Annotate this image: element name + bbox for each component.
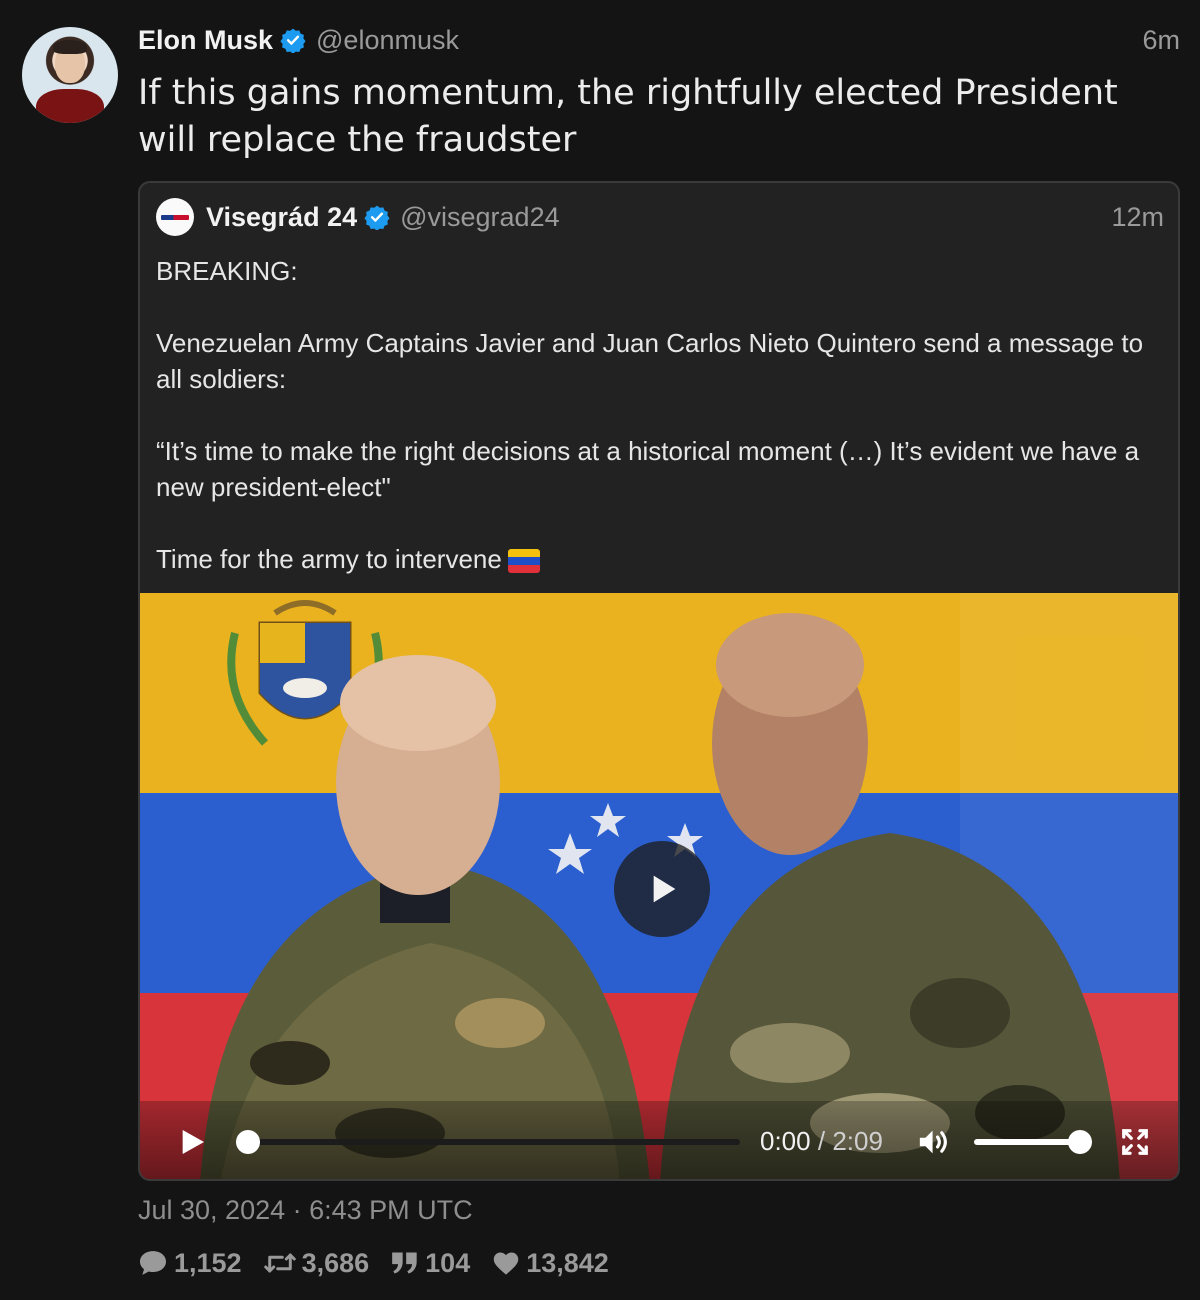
author-handle[interactable]: @elonmusk: [316, 25, 459, 56]
author-name[interactable]: Elon Musk: [138, 25, 273, 56]
retweet-arrows-icon: [263, 1253, 296, 1273]
video-duration: 2:09: [832, 1126, 883, 1156]
quoted-paragraph: Venezuelan Army Captains Javier and Juan…: [156, 328, 1144, 394]
like-stat[interactable]: 13,842: [492, 1248, 609, 1279]
volume-handle[interactable]: [1068, 1130, 1092, 1154]
quote-stat[interactable]: 104: [391, 1248, 470, 1279]
quoted-author-avatar[interactable]: [156, 198, 194, 236]
verified-badge-icon: [364, 205, 390, 230]
quoted-tweet[interactable]: Visegrád 24 @visegrad24 12m BREAKING: Ve…: [138, 181, 1180, 1181]
tweet-header: Elon Musk @elonmusk 6m: [138, 22, 1180, 58]
like-count: 13,842: [526, 1247, 609, 1278]
tweet-text: If this gains momentum, the rightfully e…: [138, 73, 1118, 160]
current-time: 0:00: [760, 1126, 811, 1156]
quoted-author-name[interactable]: Visegrád 24: [206, 202, 357, 233]
reply-stat[interactable]: 1,152: [138, 1248, 242, 1279]
retweet-stat[interactable]: 3,686: [263, 1247, 370, 1279]
quoted-tweet-text: BREAKING: Venezuelan Army Captains Javie…: [156, 253, 1156, 577]
quoted-paragraph: Time for the army to intervene: [156, 544, 502, 574]
reply-count: 1,152: [174, 1247, 242, 1278]
fullscreen-icon[interactable]: [1120, 1127, 1150, 1157]
video-player[interactable]: 0:00 / 2:09: [140, 593, 1178, 1179]
quoted-paragraph: “It’s time to make the right decisions a…: [156, 436, 1140, 502]
tweet-stats: 1,152 3,686 104 13,842: [138, 1244, 631, 1282]
heart-icon: [493, 1252, 519, 1275]
quoted-paragraph-last: Time for the army to intervene: [156, 541, 1156, 577]
quoted-author-handle[interactable]: @visegrad24: [400, 202, 560, 233]
speech-bubble-icon: [140, 1251, 166, 1275]
author-avatar[interactable]: [22, 27, 118, 123]
seek-bar[interactable]: [244, 1139, 740, 1145]
quoted-tweet-time[interactable]: 12m: [1111, 202, 1164, 233]
time-separator: /: [817, 1126, 826, 1156]
volume-icon[interactable]: [916, 1125, 952, 1159]
play-overlay-button[interactable]: [614, 841, 710, 937]
quote-marks-icon: [392, 1252, 417, 1274]
quoted-paragraph: BREAKING:: [156, 256, 298, 286]
quote-count: 104: [425, 1247, 471, 1278]
volume-slider[interactable]: [974, 1139, 1080, 1145]
tweet-time[interactable]: 6m: [1142, 25, 1180, 56]
play-button[interactable]: [176, 1125, 208, 1159]
seek-handle[interactable]: [236, 1130, 260, 1154]
quoted-tweet-header: Visegrád 24 @visegrad24 12m: [156, 197, 1164, 237]
play-icon: [653, 875, 676, 903]
retweet-count: 3,686: [301, 1247, 370, 1278]
verified-badge-icon: [280, 28, 306, 53]
tweet-date[interactable]: Jul 30, 2024 · 6:43 PM UTC: [138, 1195, 473, 1226]
venezuela-flag-icon: [507, 549, 540, 574]
video-controls: 0:00 / 2:09: [140, 1101, 1178, 1179]
video-timecode: 0:00 / 2:09: [760, 1126, 883, 1157]
